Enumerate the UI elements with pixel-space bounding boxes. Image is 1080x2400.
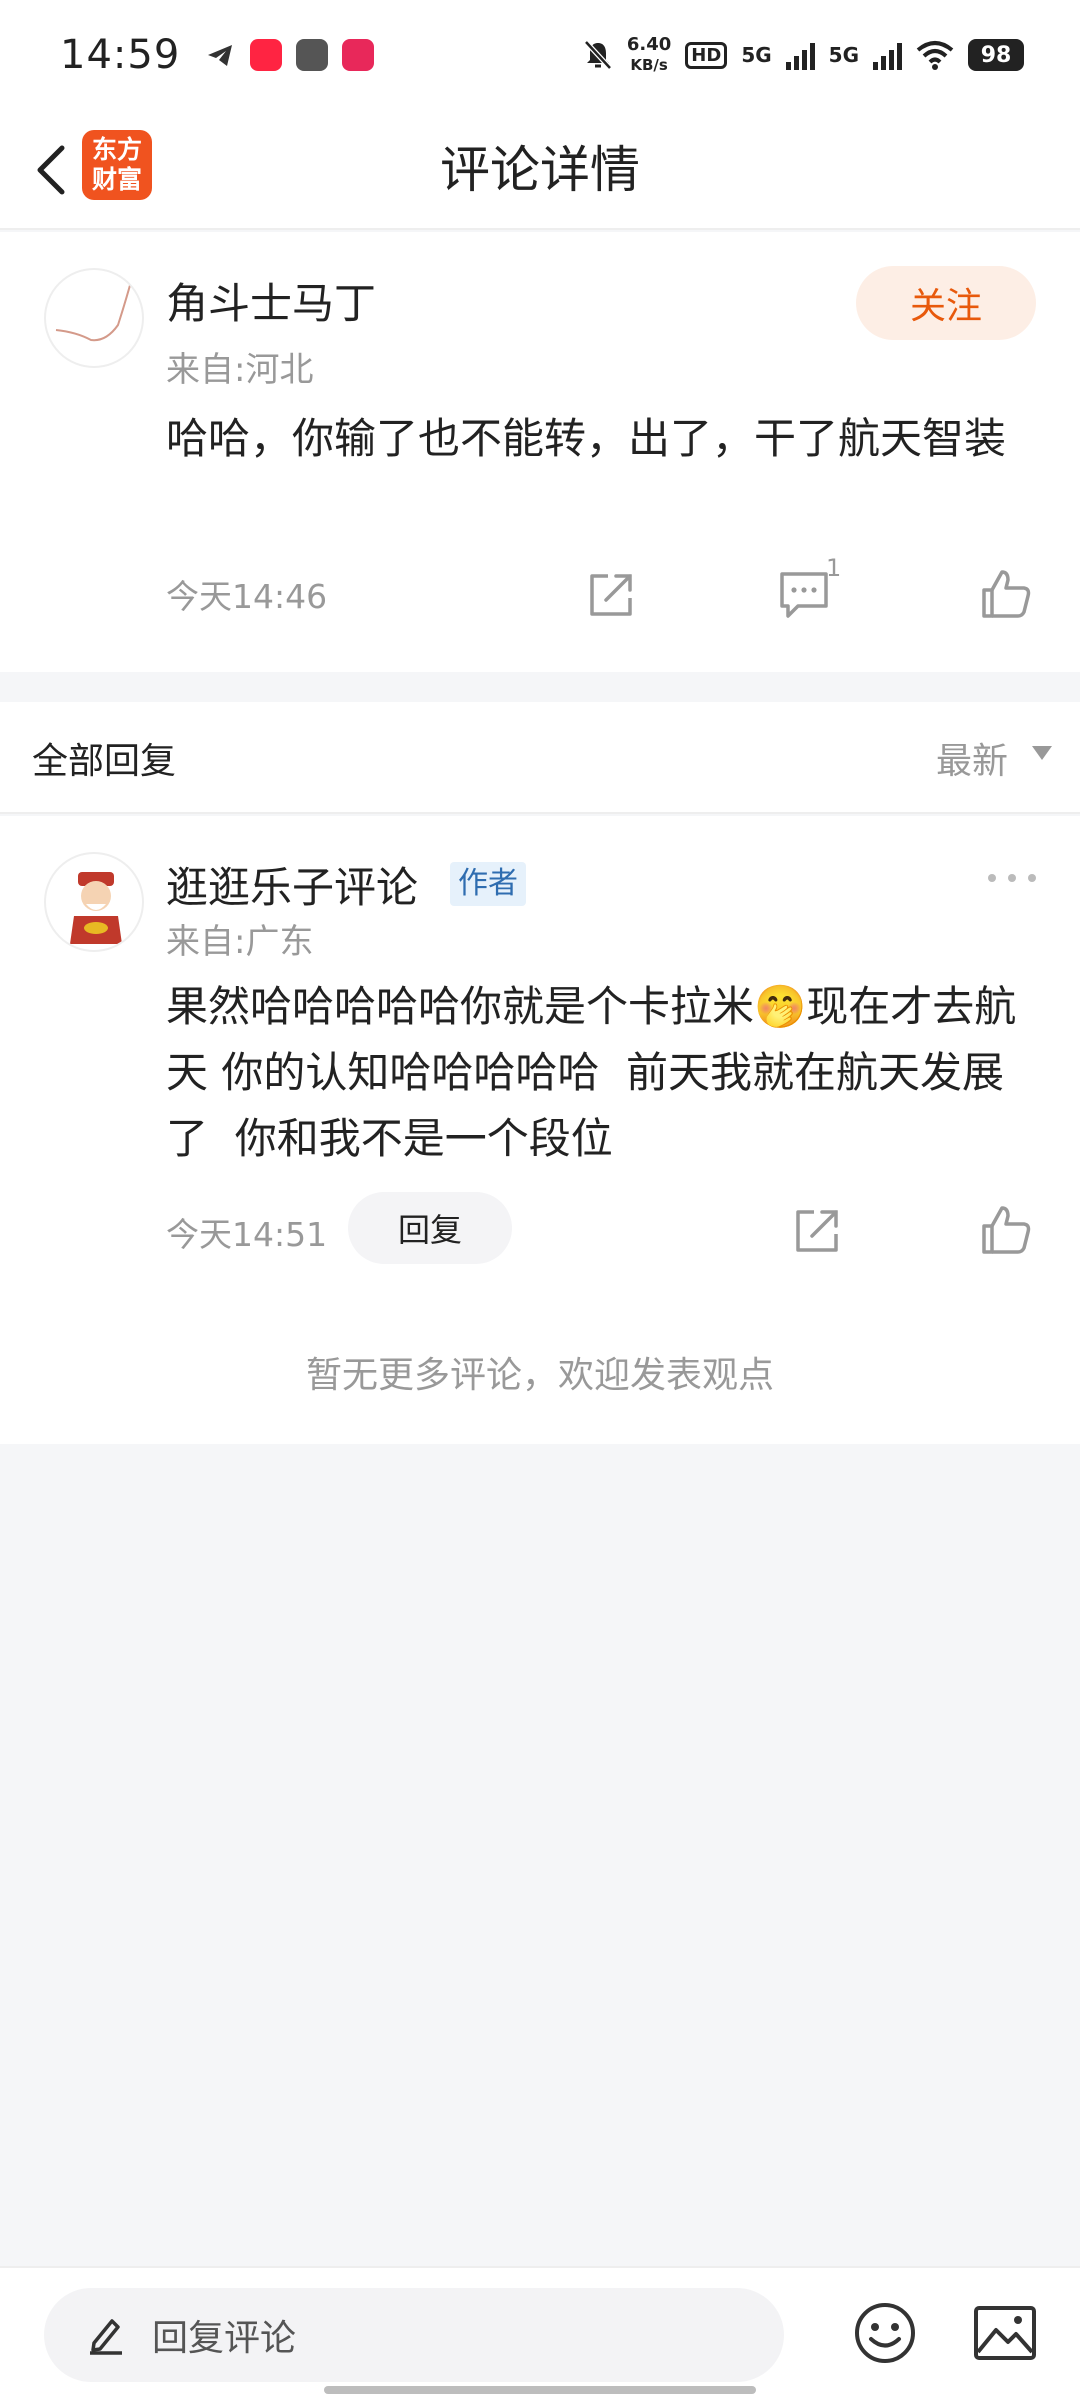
network-speed-value: 6.40 — [626, 34, 672, 55]
telegram-icon — [208, 45, 233, 66]
douyin-icon — [342, 39, 375, 71]
reply-input[interactable]: 回复评论 — [44, 2288, 784, 2382]
avatar-chart-image — [55, 277, 133, 342]
caishen-avatar-image — [70, 872, 122, 944]
bottom-bar: 回复评论 — [0, 2266, 1080, 2400]
comment-content: 哈哈，你输了也不能转，出了，干了航天智装 — [166, 414, 1007, 463]
sort-dropdown[interactable]: 最新 — [936, 732, 1008, 784]
replies-title: 全部回复 — [32, 741, 177, 782]
reply-count: 1 — [826, 554, 842, 582]
location: 来自:河北 — [166, 350, 314, 390]
mute-bell-icon — [584, 40, 612, 70]
xiaohongshu-icon — [250, 39, 283, 71]
page: 14:59 6.40 KB/s HD 5G 5G 98 东方财富 评论详情 角斗… — [0, 0, 1080, 2400]
pencil-icon — [90, 2319, 122, 2355]
image-icon[interactable] — [972, 2302, 1038, 2364]
share-icon[interactable] — [790, 1202, 846, 1258]
avatar[interactable] — [44, 852, 144, 952]
follow-button[interactable]: 关注 — [856, 266, 1036, 340]
username[interactable]: 逛逛乐子评论 — [166, 854, 418, 915]
home-indicator[interactable] — [324, 2386, 756, 2394]
status-bar: 14:59 6.40 KB/s HD 5G 5G 98 — [0, 0, 1080, 110]
reply-time: 今天14:51 — [166, 1215, 328, 1254]
replies-header: 全部回复 最新 — [0, 702, 1080, 814]
notification-icons — [204, 39, 375, 71]
author-badge: 作者 — [450, 862, 526, 906]
share-icon[interactable] — [584, 566, 640, 622]
no-more-comments: 暂无更多评论，欢迎发表观点 — [305, 1355, 774, 1396]
username[interactable]: 角斗士马丁 — [166, 270, 376, 331]
signal-icon — [873, 40, 902, 70]
network-speed-unit: KB/s — [630, 56, 668, 74]
caret-down-icon[interactable] — [1032, 746, 1052, 762]
comment-icon[interactable] — [776, 566, 832, 622]
more-icon[interactable] — [984, 868, 1040, 888]
app-logo[interactable]: 东方财富 — [82, 130, 152, 200]
network-speed: 6.40 KB/s — [627, 35, 671, 75]
sim2-label: 5G — [828, 43, 859, 67]
status-right: 6.40 KB/s HD 5G 5G 98 — [583, 35, 1024, 75]
emoji-icon[interactable] — [852, 2300, 918, 2366]
signal-icon — [785, 40, 815, 70]
main-comment: 角斗士马丁 来自:河北 关注 哈哈，你输了也不能转，出了，干了航天智装 今天14… — [0, 232, 1080, 672]
status-time: 14:59 — [60, 32, 181, 78]
like-icon[interactable] — [978, 1202, 1034, 1258]
hd-badge: HD — [685, 41, 728, 69]
reply-button[interactable]: 回复 — [348, 1192, 512, 1264]
location: 来自:广东 — [166, 922, 314, 962]
like-icon[interactable] — [978, 566, 1034, 622]
battery-icon: 98 — [968, 39, 1024, 71]
reply-content: 果然哈哈哈哈哈你就是个卡拉米🤭现在才去航天 你的认知哈哈哈哈哈 前天我就在航天发… — [166, 982, 1017, 1163]
app-icon — [296, 39, 329, 71]
avatar[interactable] — [44, 268, 144, 368]
back-icon[interactable] — [22, 138, 86, 202]
comment-time: 今天14:46 — [166, 577, 328, 616]
sim1-label: 5G — [741, 43, 772, 67]
reply-input-placeholder: 回复评论 — [152, 2318, 297, 2359]
reply-item: 逛逛乐子评论 作者 来自:广东 果然哈哈哈哈哈你就是个卡拉米🤭现在才去航天 你的… — [0, 816, 1080, 1444]
page-title: 评论详情 — [440, 141, 640, 199]
wifi-icon — [916, 41, 954, 70]
nav-bar: 东方财富 评论详情 — [0, 110, 1080, 230]
